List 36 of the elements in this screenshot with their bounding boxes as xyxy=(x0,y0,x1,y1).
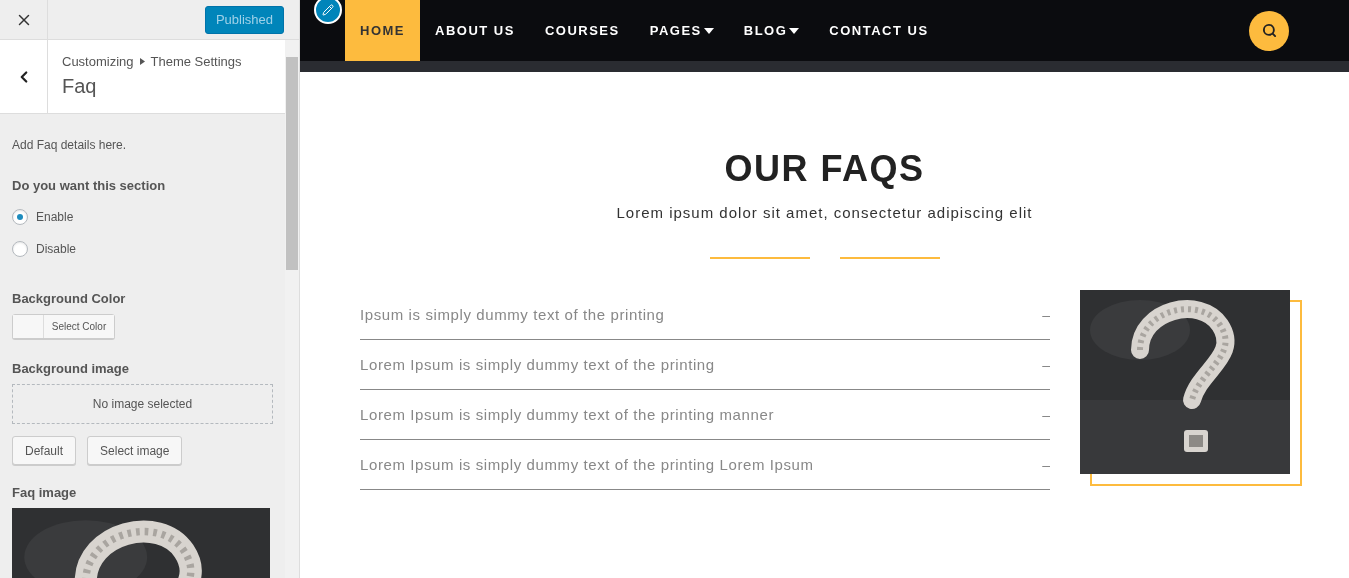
search-icon xyxy=(1261,23,1277,38)
nav-link[interactable]: BLOG xyxy=(728,0,815,61)
caret-icon xyxy=(789,27,800,34)
edit-button[interactable] xyxy=(314,0,342,24)
field-label: Background Color xyxy=(12,291,127,306)
breadcrumb-item: Theme Settings xyxy=(150,54,242,69)
search-button[interactable] xyxy=(1249,10,1289,51)
faq-item[interactable]: Lorem Ipsum is simply dummy text of the printing – xyxy=(360,340,1050,390)
nav-link[interactable]: ABOUT US xyxy=(420,0,530,61)
section-subtitle: Lorem ipsum dolor sit amet, consectetur adipiscing elit xyxy=(615,204,1034,221)
field-label: Do you want this section xyxy=(12,178,167,193)
faq-item[interactable]: Lorem Ipsum is simply dummy text of the printing manner – xyxy=(360,390,1050,440)
image-button[interactable]: Select image xyxy=(87,436,183,465)
faq-item[interactable]: Ipsum is simply dummy text of the printing – xyxy=(360,290,1050,340)
scrollbar-thumb[interactable] xyxy=(286,57,298,270)
select-color-button[interactable]: Select Color xyxy=(12,314,115,339)
field-label: Background image xyxy=(12,361,131,376)
radio-label: Enable xyxy=(36,210,74,224)
radio-button[interactable] xyxy=(12,209,28,225)
nav-link[interactable]: PAGES xyxy=(634,0,729,61)
section-heading: OUR FAQS xyxy=(723,148,926,190)
nav-link[interactable]: COURSES xyxy=(529,0,635,61)
nav-link[interactable]: CONTACT US xyxy=(814,0,944,61)
breadcrumb-separator-icon xyxy=(139,58,145,65)
radio-button[interactable] xyxy=(12,241,28,257)
field-label: Faq image xyxy=(12,485,78,500)
radio-label: Disable xyxy=(36,242,77,256)
section-title: Faq xyxy=(62,75,98,98)
nav-link[interactable]: HOME xyxy=(345,0,420,61)
breadcrumb-item: Customizing xyxy=(62,54,134,69)
faq-item[interactable]: Lorem Ipsum is simply dummy text of the printing Lorem Ipsum – xyxy=(360,440,1050,490)
pencil-icon xyxy=(322,4,334,16)
caret-icon xyxy=(703,27,714,34)
image-field[interactable]: No image selected xyxy=(12,384,273,424)
section-description: Add Faq details here. xyxy=(12,138,128,152)
image-button[interactable]: Default xyxy=(12,436,77,465)
